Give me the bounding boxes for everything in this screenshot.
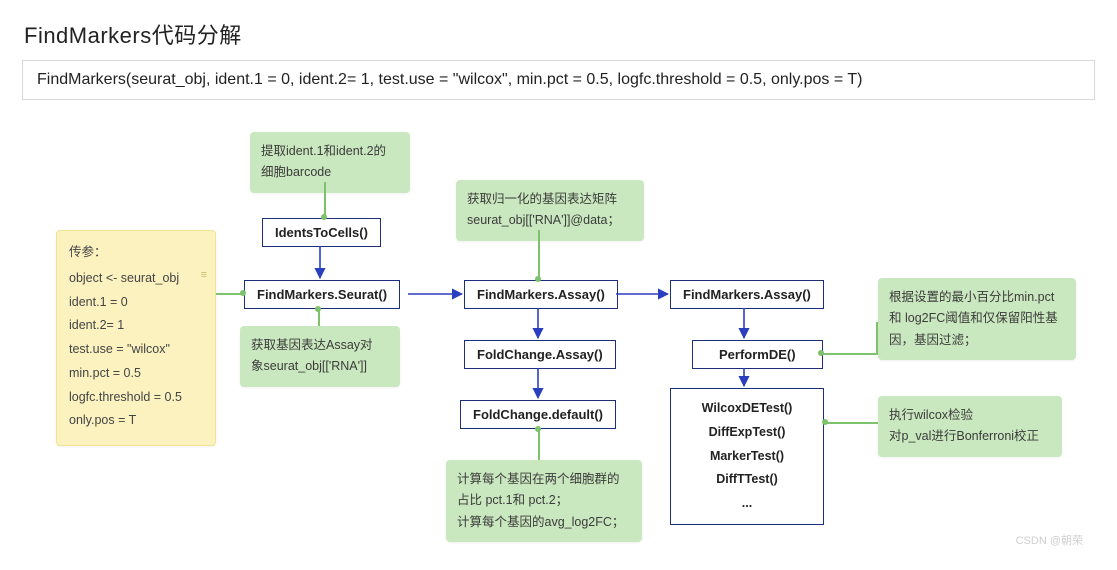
- fn-test-item: DiffTTest(): [685, 468, 809, 492]
- fn-foldchange-default: FoldChange.default(): [460, 400, 616, 429]
- connector: [824, 422, 878, 424]
- note-params-line: only.pos = T: [69, 409, 203, 433]
- connector: [538, 230, 540, 280]
- note-foldchange-calc: 计算每个基因在两个细胞群的 占比 pct.1和 pct.2； 计算每个基因的av…: [446, 460, 642, 542]
- fn-test-item: WilcoxDETest(): [685, 397, 809, 421]
- connector-dot: [822, 419, 828, 425]
- connector: [538, 428, 540, 460]
- connector-dot: [535, 276, 541, 282]
- fn-test-item: MarkerTest(): [685, 445, 809, 469]
- note-wilcox: 执行wilcox检验 对p_val进行Bonferroni校正: [878, 396, 1062, 457]
- connector-dot: [535, 426, 541, 432]
- note-params: 传参： object <- seurat_obj ident.1 = 0 ide…: [56, 230, 216, 446]
- note-barcode: 提取ident.1和ident.2的 细胞barcode: [250, 132, 410, 193]
- fn-foldchange-assay: FoldChange.Assay(): [464, 340, 616, 369]
- connector-dot: [315, 306, 321, 312]
- note-params-heading: 传参：: [69, 241, 203, 265]
- fn-performde: PerformDE(): [692, 340, 823, 369]
- note-params-line: min.pct = 0.5: [69, 362, 203, 386]
- fn-test-item: ...: [685, 492, 809, 516]
- connector: [324, 182, 326, 218]
- note-assay-obj: 获取基因表达Assay对 象seurat_obj[['RNA']]: [240, 326, 400, 387]
- fn-idents-to-cells: IdentsToCells(): [262, 218, 381, 247]
- note-params-line: ident.1 = 0: [69, 291, 203, 315]
- page-title: FindMarkers代码分解: [24, 18, 1095, 50]
- connector: [822, 353, 878, 355]
- watermark: CSDN @朝荣: [1016, 532, 1083, 548]
- fn-findmarkers-seurat: FindMarkers.Seurat(): [244, 280, 400, 309]
- fn-findmarkers-assay-1: FindMarkers.Assay(): [464, 280, 618, 309]
- connector-dot: [240, 290, 246, 296]
- fn-findmarkers-assay-2: FindMarkers.Assay(): [670, 280, 824, 309]
- note-params-line: logfc.threshold = 0.5: [69, 386, 203, 410]
- connector-dot: [321, 214, 327, 220]
- fn-test-item: DiffExpTest(): [685, 421, 809, 445]
- note-params-line: ident.2= 1: [69, 314, 203, 338]
- note-params-line: test.use = "wilcox": [69, 338, 203, 362]
- fn-test-list: WilcoxDETest() DiffExpTest() MarkerTest(…: [670, 388, 824, 525]
- diagram-stage: 传参： object <- seurat_obj ident.1 = 0 ide…: [22, 122, 1095, 552]
- code-signature: FindMarkers(seurat_obj, ident.1 = 0, ide…: [22, 60, 1095, 100]
- connector-dot: [818, 350, 824, 356]
- connector: [876, 322, 878, 355]
- note-norm-matrix: 获取归一化的基因表达矩阵 seurat_obj[['RNA']]@data；: [456, 180, 644, 241]
- note-filter: 根据设置的最小百分比min.pct 和 log2FC阈值和仅保留阳性基 因，基因…: [878, 278, 1076, 360]
- note-params-line: object <- seurat_obj: [69, 267, 203, 291]
